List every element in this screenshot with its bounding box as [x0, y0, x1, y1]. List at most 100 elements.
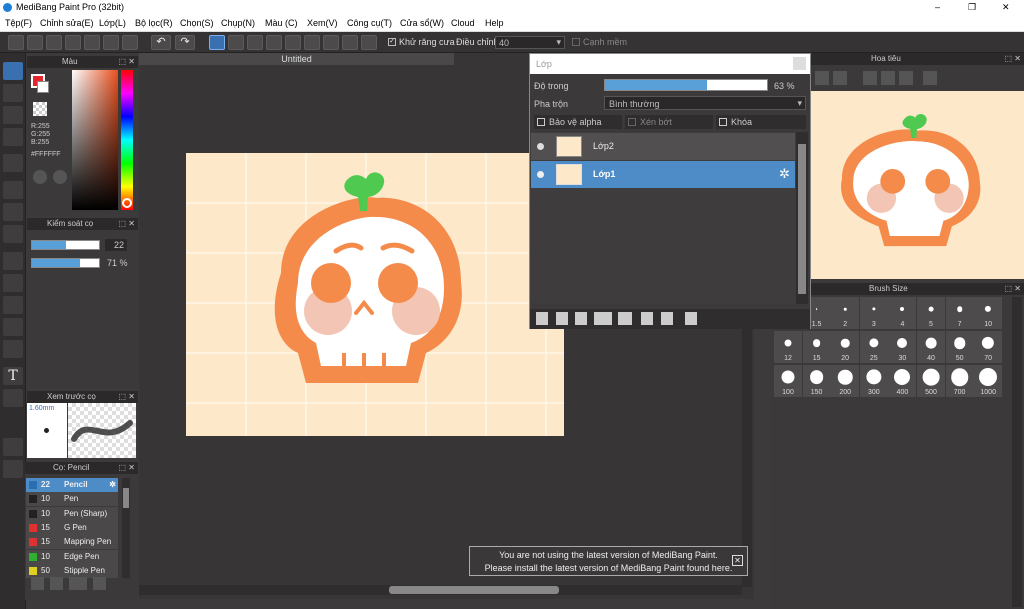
shape-tool-icon[interactable]: [3, 181, 23, 199]
merge-layer-icon[interactable]: [661, 312, 673, 325]
minimize-button[interactable]: –: [935, 0, 940, 15]
horizontal-scrollbar[interactable]: [139, 585, 742, 595]
menu-view[interactable]: Xem(V): [307, 15, 338, 32]
scroll-thumb[interactable]: [389, 586, 559, 594]
scroll-thumb[interactable]: [123, 488, 129, 508]
trash-icon[interactable]: [685, 312, 697, 325]
duplicate-layer-icon[interactable]: [641, 312, 653, 325]
close-button[interactable]: ✕: [1002, 0, 1010, 15]
new-layer-icon[interactable]: [536, 312, 548, 325]
lock-toggle[interactable]: Khóa: [716, 115, 806, 129]
lasso-brush-icon[interactable]: [3, 128, 23, 146]
brush-size-option[interactable]: 300: [859, 365, 888, 397]
upload-icon[interactable]: [27, 35, 43, 50]
brush-row[interactable]: 10 Pen: [26, 492, 118, 507]
chat-icon[interactable]: [65, 35, 81, 50]
add-brush-icon[interactable]: [31, 577, 44, 590]
vanishing-point-icon[interactable]: [266, 35, 282, 50]
brush-size-option[interactable]: 5: [917, 297, 945, 329]
layer-row[interactable]: Lớp2: [531, 133, 795, 160]
update-notification[interactable]: You are not using the latest version of …: [469, 546, 748, 576]
scroll-thumb[interactable]: [798, 144, 806, 294]
no-snap-icon[interactable]: [209, 35, 225, 50]
size-slider[interactable]: [31, 240, 100, 250]
close-icon[interactable]: ⬚ ✕: [1005, 53, 1021, 65]
zoom-out-icon[interactable]: [833, 71, 847, 85]
reset-rotation-icon[interactable]: [881, 71, 895, 85]
size-value[interactable]: 22: [105, 239, 127, 251]
radial-snap-icon[interactable]: [285, 35, 301, 50]
bucket-tool-icon[interactable]: [3, 203, 23, 221]
divide-tool-icon[interactable]: [3, 389, 23, 407]
brush-size-option[interactable]: 2: [831, 297, 860, 329]
undo-icon[interactable]: ↶: [151, 35, 171, 50]
close-icon[interactable]: ✕: [732, 555, 743, 566]
move-tool-icon[interactable]: [3, 154, 23, 172]
gear-icon[interactable]: ✲: [109, 478, 116, 492]
color-square[interactable]: [72, 70, 118, 210]
rotate-right-icon[interactable]: [899, 71, 913, 85]
parallel-snap-icon[interactable]: [228, 35, 244, 50]
menu-edit[interactable]: Chỉnh sửa(E): [40, 15, 94, 32]
visibility-icon[interactable]: [537, 143, 544, 150]
redo-icon[interactable]: ↷: [175, 35, 195, 50]
menu-layer[interactable]: Lớp(L): [99, 15, 126, 32]
brush-row[interactable]: 10 Edge Pen: [26, 549, 118, 564]
close-icon[interactable]: [793, 57, 806, 70]
eyedropper-icon[interactable]: [3, 438, 23, 456]
menu-filter[interactable]: Bộ lọc(R): [135, 15, 173, 32]
grid-page-icon[interactable]: [103, 35, 119, 50]
menu-cloud[interactable]: Cloud: [451, 15, 475, 32]
canvas-tab[interactable]: Untitled: [139, 53, 454, 65]
brush-tool-icon[interactable]: [3, 62, 23, 80]
brush-size-option[interactable]: 20: [831, 331, 860, 363]
fit-icon[interactable]: [815, 71, 829, 85]
menu-window[interactable]: Cửa sổ(W): [400, 15, 444, 32]
select-pen-icon[interactable]: [3, 318, 23, 336]
brush-row[interactable]: 50 Stipple Pen: [26, 563, 118, 578]
brush-size-option[interactable]: 12: [774, 331, 802, 363]
new-8bit-layer-icon[interactable]: [575, 312, 587, 325]
layer-opacity-slider[interactable]: [604, 79, 768, 91]
brush-size-option[interactable]: 7: [945, 297, 974, 329]
brush-size-option[interactable]: 70: [974, 331, 1003, 363]
brush-row[interactable]: 10 Pen (Sharp): [26, 506, 118, 521]
brush-settings-icon[interactable]: [93, 577, 106, 590]
palette-icon[interactable]: [33, 170, 47, 184]
clipping-toggle[interactable]: Xén bớt: [625, 115, 713, 129]
lock-checkbox[interactable]: [719, 118, 727, 126]
magic-wand-icon[interactable]: [3, 296, 23, 314]
brush-size-scrollbar[interactable]: [1012, 297, 1022, 607]
transparent-swatch[interactable]: [33, 102, 47, 116]
folder-icon[interactable]: [618, 312, 632, 325]
hand-tool-icon[interactable]: [3, 460, 23, 478]
close-icon[interactable]: ⬚ ✕: [119, 56, 135, 68]
brush-row[interactable]: 15 G Pen: [26, 520, 118, 535]
brush-size-option[interactable]: 15: [802, 331, 831, 363]
navigator-preview[interactable]: [811, 91, 1024, 279]
secondary-color-swatch[interactable]: [37, 81, 49, 93]
visibility-icon[interactable]: [537, 171, 544, 178]
gradient-tool-icon[interactable]: [3, 225, 23, 243]
brush-size-option[interactable]: 50: [945, 331, 974, 363]
menu-capture[interactable]: Chụp(N): [221, 15, 255, 32]
curve-snap-icon[interactable]: [323, 35, 339, 50]
brush-size-option[interactable]: 150: [802, 365, 831, 397]
protect-alpha-checkbox[interactable]: [537, 118, 545, 126]
correction-select[interactable]: 40 ▾: [495, 36, 565, 49]
brush-size-option[interactable]: 1000: [974, 365, 1003, 397]
hue-handle[interactable]: [122, 198, 132, 208]
page-icon[interactable]: [84, 35, 100, 50]
snap-settings-icon[interactable]: [361, 35, 377, 50]
brush-row[interactable]: 15 Mapping Pen: [26, 535, 118, 550]
menu-tools[interactable]: Công cụ(T): [347, 15, 392, 32]
close-icon[interactable]: ⬚ ✕: [119, 462, 135, 474]
maximize-button[interactable]: ❐: [968, 0, 976, 15]
brush-size-option[interactable]: 200: [831, 365, 860, 397]
menu-select[interactable]: Chọn(S): [180, 15, 214, 32]
close-icon[interactable]: ⬚ ✕: [119, 391, 135, 403]
brush-size-option[interactable]: 700: [945, 365, 974, 397]
antialias-checkbox[interactable]: ✓: [388, 38, 396, 46]
brush-row[interactable]: 22 Pencil ✲: [26, 478, 118, 492]
flip-icon[interactable]: [923, 71, 937, 85]
